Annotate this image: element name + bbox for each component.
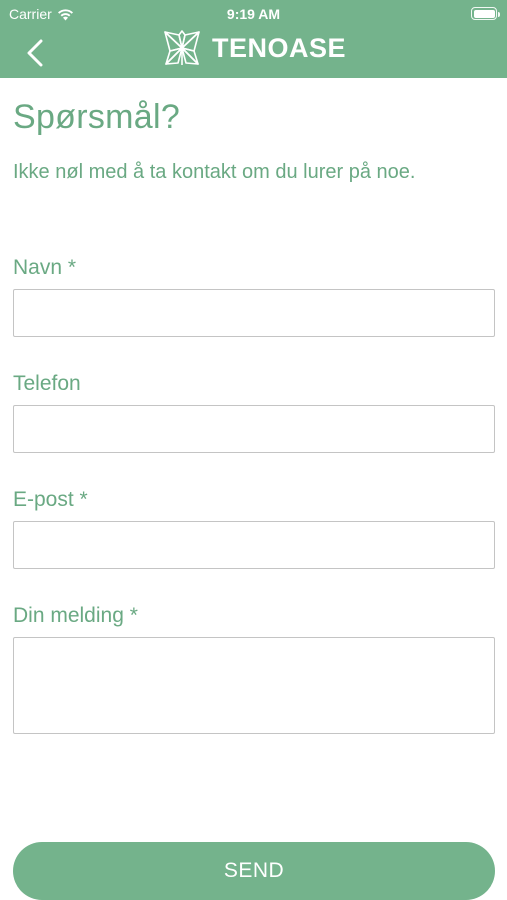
back-button[interactable] <box>18 36 52 70</box>
battery-fill <box>473 9 495 18</box>
email-field-box <box>13 521 495 569</box>
send-button[interactable]: SEND <box>13 842 495 900</box>
nav-bar: TENOASE <box>0 28 507 78</box>
name-input[interactable] <box>14 290 494 336</box>
page-title: Spørsmål? <box>13 98 181 136</box>
message-textarea[interactable] <box>14 638 494 733</box>
contact-screen: Carrier 9:19 AM TENOASE Spørsmål? Ikke n… <box>0 0 507 900</box>
brand: TENOASE <box>162 28 346 68</box>
message-label: Din melding * <box>13 604 138 627</box>
phone-input[interactable] <box>14 406 494 452</box>
brand-name: TENOASE <box>212 32 347 63</box>
status-bar: Carrier 9:19 AM <box>0 0 507 28</box>
phone-label: Telefon <box>13 372 81 395</box>
email-label: E-post * <box>13 488 88 511</box>
butterfly-logo-icon <box>164 30 200 65</box>
message-field-box <box>13 637 495 734</box>
phone-field-box <box>13 405 495 453</box>
intro-text: Ikke nøl med å ta kontakt om du lurer på… <box>13 161 416 183</box>
name-label: Navn * <box>13 256 77 279</box>
battery-icon <box>471 7 500 20</box>
name-field-box <box>13 289 495 337</box>
app-header: Carrier 9:19 AM TENOASE <box>0 0 507 78</box>
email-input[interactable] <box>14 522 494 568</box>
status-time: 9:19 AM <box>226 6 281 22</box>
chevron-left-icon <box>27 39 43 67</box>
